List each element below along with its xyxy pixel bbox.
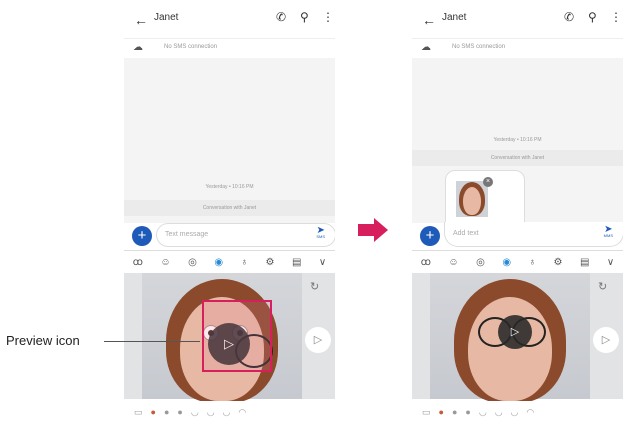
- sms-notice-text: No SMS connection: [164, 44, 218, 50]
- sticker-icon[interactable]: ꚙ: [133, 257, 143, 268]
- mic-icon[interactable]: ♁: [529, 257, 537, 268]
- search-icon[interactable]: ⚲: [588, 10, 597, 24]
- send-sms-button[interactable]: ➤ SMS: [316, 225, 325, 239]
- input-placeholder: Add text: [453, 230, 479, 237]
- callout-leader-line: [104, 341, 200, 342]
- send-ar-emoji-button[interactable]: ▷: [305, 327, 331, 353]
- clipboard-icon[interactable]: ▤: [292, 257, 301, 268]
- cloud-off-icon: ☁: [133, 42, 143, 53]
- phone-icon[interactable]: ✆: [564, 10, 574, 24]
- gif-icon[interactable]: ◎: [188, 257, 197, 268]
- sticker-tray: ▭ ● ● ● ◡ ◡ ◡ ◠: [124, 401, 335, 423]
- sms-notice-bar: ☁ No SMS connection: [412, 38, 623, 60]
- cat-sticker-icon[interactable]: ◡: [511, 407, 519, 418]
- cat-sticker-icon[interactable]: ◡: [223, 407, 231, 418]
- avatar-sticker-icon[interactable]: ●: [452, 407, 457, 417]
- refresh-icon[interactable]: ↻: [598, 280, 607, 293]
- back-arrow-icon[interactable]: ←: [422, 12, 436, 28]
- mic-icon[interactable]: ♁: [241, 257, 249, 268]
- phone-icon[interactable]: ✆: [276, 10, 286, 24]
- back-arrow-icon[interactable]: ←: [134, 12, 148, 28]
- message-input[interactable]: Add text ➤ MMS: [444, 222, 623, 247]
- ar-emoji-icon[interactable]: ◉: [214, 257, 223, 268]
- sticker-icon[interactable]: ꚙ: [421, 257, 431, 268]
- input-placeholder: Text message: [165, 231, 209, 238]
- animal-sticker-icon[interactable]: ◠: [526, 407, 534, 418]
- avatar-sticker-icon[interactable]: ●: [164, 407, 169, 417]
- search-icon[interactable]: ⚲: [300, 10, 309, 24]
- ar-emoji-thumbnail[interactable]: [456, 181, 488, 217]
- play-preview-icon[interactable]: ▷: [498, 315, 532, 349]
- more-vert-icon[interactable]: ⋮: [322, 10, 334, 24]
- cloud-off-icon: ☁: [421, 42, 431, 53]
- input-toolbar: ꚙ ☺ ◎ ◉ ♁ ⚙ ▤ ∨: [412, 250, 623, 273]
- emoji-icon[interactable]: ☺: [448, 257, 458, 268]
- cat-sticker-icon[interactable]: ◡: [207, 407, 215, 418]
- contact-name: Janet: [442, 12, 467, 23]
- app-bar: ← Janet ✆ ⚲ ⋮: [124, 0, 335, 38]
- refresh-icon[interactable]: ↻: [310, 280, 319, 293]
- keyboard-icon[interactable]: ▭: [422, 407, 431, 418]
- remove-attachment-icon[interactable]: ×: [483, 177, 493, 187]
- preview-icon-highlight: [202, 300, 272, 372]
- right-phone-screen: ← Janet ✆ ⚲ ⋮ ☁ No SMS connection Yester…: [412, 0, 623, 429]
- gif-icon[interactable]: ◎: [476, 257, 485, 268]
- emoji-icon[interactable]: ☺: [160, 257, 170, 268]
- ar-emoji-panel: ▷ ↻ ▷: [412, 273, 623, 403]
- clipboard-icon[interactable]: ▤: [580, 257, 589, 268]
- conversation-label: Conversation with Janet: [124, 200, 335, 216]
- send-type-label: MMS: [603, 233, 613, 238]
- timestamp: Yesterday • 10:16 PM: [493, 137, 542, 143]
- conversation-label: Conversation with Janet: [412, 150, 623, 166]
- settings-icon[interactable]: ⚙: [554, 257, 563, 268]
- ar-emoji-icon[interactable]: ◉: [502, 257, 511, 268]
- send-mms-button[interactable]: ➤ MMS: [604, 224, 613, 238]
- avatar-face: [463, 187, 481, 215]
- avatar-face: [468, 297, 552, 401]
- message-thread: Yesterday • 10:16 PM Conversation with J…: [124, 58, 335, 223]
- avatar-preview-stage: ▷: [430, 273, 590, 403]
- cat-sticker-icon[interactable]: ◡: [495, 407, 503, 418]
- avatar-sticker-icon[interactable]: ●: [465, 407, 470, 417]
- sms-notice-bar: ☁ No SMS connection: [124, 38, 335, 60]
- keyboard-icon[interactable]: ▭: [134, 407, 143, 418]
- arrow-head: [374, 218, 388, 242]
- message-input[interactable]: Text message ➤ SMS: [156, 223, 335, 247]
- add-attachment-button[interactable]: +: [132, 226, 152, 246]
- avatar-sticker-icon[interactable]: ●: [151, 407, 156, 417]
- chevron-down-icon[interactable]: ∨: [607, 257, 614, 268]
- left-phone-screen: ← Janet ✆ ⚲ ⋮ ☁ No SMS connection Yester…: [124, 0, 335, 429]
- sms-notice-text: No SMS connection: [452, 44, 506, 50]
- settings-icon[interactable]: ⚙: [266, 257, 275, 268]
- send-type-label: SMS: [316, 234, 325, 239]
- ar-emoji-panel: ▷ ↻ ▷: [124, 273, 335, 403]
- add-attachment-button[interactable]: +: [420, 226, 440, 246]
- sticker-tray: ▭ ● ● ● ◡ ◡ ◡ ◠: [412, 401, 623, 423]
- contact-name: Janet: [154, 12, 179, 23]
- cat-sticker-icon[interactable]: ◡: [191, 407, 199, 418]
- cat-sticker-icon[interactable]: ◡: [479, 407, 487, 418]
- chevron-down-icon[interactable]: ∨: [319, 257, 326, 268]
- app-bar: ← Janet ✆ ⚲ ⋮: [412, 0, 623, 38]
- more-vert-icon[interactable]: ⋮: [610, 10, 622, 24]
- avatar-sticker-icon[interactable]: ●: [177, 407, 182, 417]
- animal-sticker-icon[interactable]: ◠: [238, 407, 246, 418]
- timestamp: Yesterday • 10:16 PM: [205, 184, 254, 190]
- send-ar-emoji-button[interactable]: ▷: [593, 327, 619, 353]
- input-toolbar: ꚙ ☺ ◎ ◉ ♁ ⚙ ▤ ∨: [124, 250, 335, 273]
- avatar-preview-stage: ▷: [142, 273, 302, 403]
- avatar-sticker-icon[interactable]: ●: [439, 407, 444, 417]
- preview-icon-callout-label: Preview icon: [6, 333, 80, 348]
